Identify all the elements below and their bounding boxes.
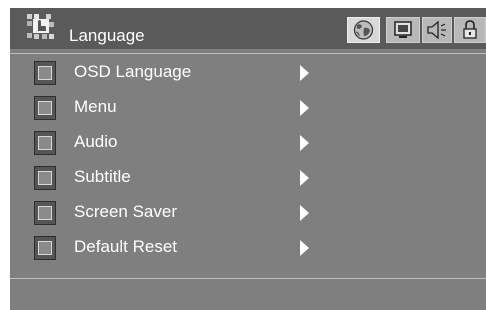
menu-item-subtitle[interactable]: Subtitle	[10, 160, 486, 195]
menu-item-screen-saver[interactable]: Screen Saver	[10, 195, 486, 230]
menu-title: Language	[69, 26, 145, 45]
arrow-right-icon	[300, 135, 309, 151]
arrow-right-icon	[300, 170, 309, 186]
item-bullet-icon	[34, 61, 56, 85]
menu-item-label: Menu	[74, 97, 117, 116]
item-bullet-icon	[34, 131, 56, 155]
arrow-right-icon	[300, 205, 309, 221]
menu-item-menu[interactable]: Menu	[10, 90, 486, 125]
arrow-right-icon	[300, 100, 309, 116]
menu-item-audio[interactable]: Audio	[10, 125, 486, 160]
item-bullet-icon	[34, 96, 56, 120]
menu-item-label: OSD Language	[74, 62, 192, 81]
top-divider	[10, 53, 486, 54]
osd-panel: Language OSD Language Menu Audio Subtitl…	[10, 8, 486, 310]
menu-item-default-reset[interactable]: Default Reset	[10, 230, 486, 265]
monitor-icon	[387, 18, 419, 42]
lock-icon	[455, 18, 485, 42]
tab-audio[interactable]	[422, 17, 452, 43]
menu-item-label: Audio	[74, 132, 118, 151]
arrow-right-icon	[300, 65, 309, 81]
item-bullet-icon	[34, 166, 56, 190]
menu-item-label: Subtitle	[74, 167, 131, 186]
status-bar	[10, 279, 486, 310]
globe-icon	[348, 18, 379, 42]
speaker-icon	[423, 18, 451, 42]
tab-lock[interactable]	[454, 17, 486, 43]
menu-item-label: Screen Saver	[74, 202, 177, 221]
tab-picture[interactable]	[386, 17, 420, 43]
arrow-right-icon	[300, 240, 309, 256]
menu-item-osd-language[interactable]: OSD Language	[10, 55, 486, 90]
item-bullet-icon	[34, 201, 56, 225]
item-bullet-icon	[34, 236, 56, 260]
menu-item-label: Default Reset	[74, 237, 177, 256]
menu-header: Language	[10, 8, 486, 49]
tab-language[interactable]	[347, 17, 380, 43]
language-menu-icon	[27, 14, 55, 40]
